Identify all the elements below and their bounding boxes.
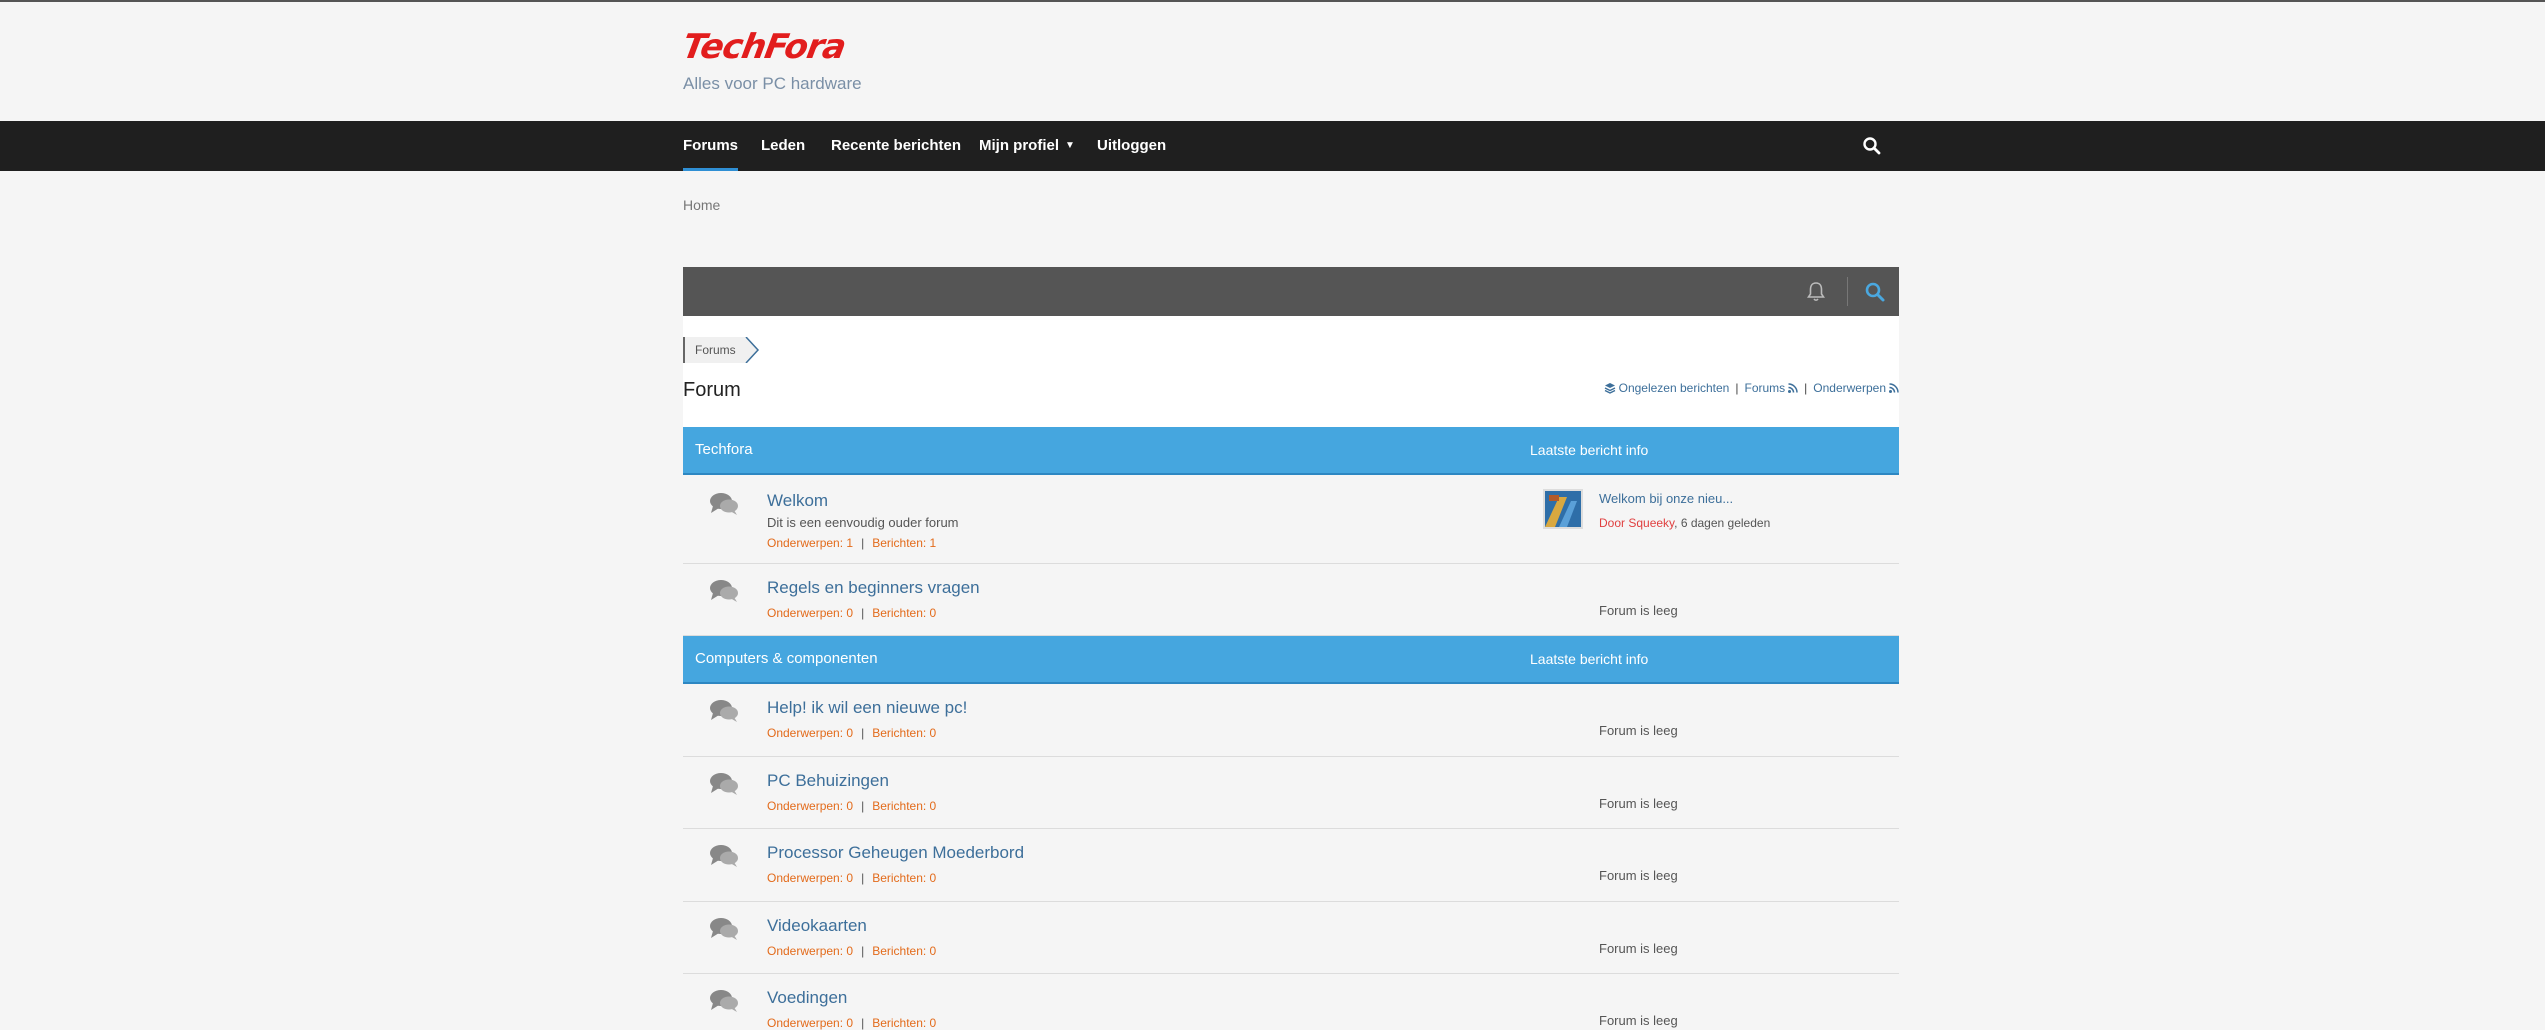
last-post-meta: Door Squeeky, 6 dagen geleden — [1599, 516, 1770, 530]
chat-bubbles-icon — [710, 845, 738, 867]
forum-title-link[interactable]: PC Behuizingen — [767, 771, 889, 791]
forums-rss-link[interactable]: Forums — [1744, 381, 1798, 395]
topics-rss-link[interactable]: Onderwerpen — [1813, 381, 1899, 395]
toolbar-divider — [1847, 277, 1848, 306]
forum-title-link[interactable]: Regels en beginners vragen — [767, 578, 980, 598]
forum-posts-count[interactable]: Berichten: 0 — [872, 606, 936, 620]
category-lastpost-header: Laatste bericht info — [1530, 651, 1649, 667]
site-logo[interactable]: TechFora — [679, 27, 848, 67]
forum-posts-count[interactable]: Berichten: 1 — [872, 536, 936, 550]
unread-posts-link[interactable]: Ongelezen berichten — [1604, 381, 1730, 395]
forum-row: Regels en beginners vragen Onderwerpen: … — [683, 564, 1899, 636]
forum-description: Dit is een eenvoudig ouder forum — [767, 515, 959, 530]
rss-icon — [1788, 383, 1798, 393]
forum-topics-count[interactable]: Onderwerpen: 0 — [767, 799, 853, 813]
forum-row: PC Behuizingen Onderwerpen: 0 | Berichten:… — [683, 757, 1899, 829]
forum-stats: Onderwerpen: 0 | Berichten: 0 — [767, 1016, 937, 1030]
last-post-title[interactable]: Welkom bij onze nieu... — [1599, 491, 1733, 506]
forum-posts-count[interactable]: Berichten: 0 — [872, 726, 936, 740]
forum-title-link[interactable]: Videokaarten — [767, 916, 867, 936]
forum-stats: Onderwerpen: 0 | Berichten: 0 — [767, 871, 937, 885]
breadcrumb-forums-label: Forums — [685, 337, 744, 363]
breadcrumb-home[interactable]: Home — [683, 197, 720, 213]
forum-title-link[interactable]: Help! ik wil een nieuwe pc! — [767, 698, 967, 718]
chat-bubbles-icon — [710, 580, 738, 602]
forum-row: Welkom Dit is een eenvoudig ouder forum … — [683, 475, 1899, 564]
forum-topics-count[interactable]: Onderwerpen: 0 — [767, 871, 853, 885]
category-lastpost-header: Laatste bericht info — [1530, 442, 1649, 458]
forum-posts-count[interactable]: Berichten: 0 — [872, 871, 936, 885]
forum-empty-status: Forum is leeg — [1599, 941, 1678, 956]
forum-empty-status: Forum is leeg — [1599, 723, 1678, 738]
nav-item-mijn-profiel[interactable]: Mijn profiel ▼ — [979, 121, 1075, 171]
nav-item-recente-berichten[interactable]: Recente berichten — [831, 121, 961, 171]
forum-empty-status: Forum is leeg — [1599, 796, 1678, 811]
site-header: TechFora Alles voor PC hardware — [0, 0, 2545, 121]
forums-rss-label: Forums — [1744, 381, 1786, 395]
last-post-author[interactable]: Door Squeeky — [1599, 516, 1674, 530]
search-icon[interactable] — [1864, 281, 1886, 303]
category-bar-computers: Computers & componenten Laatste bericht … — [683, 636, 1899, 684]
page-title: Forum — [683, 379, 741, 401]
forum-title-link[interactable]: Welkom — [767, 491, 828, 511]
nav-item-leden[interactable]: Leden — [761, 121, 805, 171]
rss-icon — [1889, 383, 1899, 393]
forum-row: Voedingen Onderwerpen: 0 | Berichten: 0 Fo… — [683, 974, 1899, 1030]
chat-bubbles-icon — [710, 493, 738, 515]
forum-empty-status: Forum is leeg — [1599, 868, 1678, 883]
nav-item-mijn-profiel-label: Mijn profiel — [979, 137, 1059, 154]
forum-topics-count[interactable]: Onderwerpen: 1 — [767, 536, 853, 550]
topics-rss-label: Onderwerpen — [1813, 381, 1886, 395]
forum-empty-status: Forum is leeg — [1599, 1013, 1678, 1028]
header-links: Ongelezen berichten | Forums | Onderwerp… — [1604, 381, 1899, 395]
forum-title-link[interactable]: Voedingen — [767, 988, 847, 1008]
nav-item-forums[interactable]: Forums — [683, 121, 739, 171]
category-name[interactable]: Techfora — [695, 427, 753, 473]
chat-bubbles-icon — [710, 990, 738, 1012]
forum-stats: Onderwerpen: 0 | Berichten: 0 — [767, 606, 937, 620]
nav-item-uitloggen[interactable]: Uitloggen — [1097, 121, 1166, 171]
link-separator: | — [1735, 381, 1739, 395]
forum-title-link[interactable]: Processor Geheugen Moederbord — [767, 843, 1024, 863]
forum-stats: Onderwerpen: 0 | Berichten: 0 — [767, 944, 937, 958]
link-separator: | — [1804, 381, 1808, 395]
breadcrumb-arrow-icon — [743, 337, 759, 363]
search-icon[interactable] — [1862, 136, 1882, 156]
chat-bubbles-icon — [710, 773, 738, 795]
forum-posts-count[interactable]: Berichten: 0 — [872, 944, 936, 958]
chevron-down-icon: ▼ — [1065, 140, 1075, 152]
unread-posts-label: Ongelezen berichten — [1618, 381, 1730, 395]
forum-stats: Onderwerpen: 1 | Berichten: 1 — [767, 536, 937, 550]
forum-panel: Forums Forum Ongelezen berichten | Forum… — [683, 267, 1899, 1030]
bell-icon[interactable] — [1804, 280, 1828, 304]
panel-toolbar — [683, 267, 1899, 316]
forum-topics-count[interactable]: Onderwerpen: 0 — [767, 1016, 853, 1030]
forum-row: Processor Geheugen Moederbord Onderwerpe… — [683, 829, 1899, 902]
forum-posts-count[interactable]: Berichten: 0 — [872, 799, 936, 813]
forum-stats: Onderwerpen: 0 | Berichten: 0 — [767, 726, 937, 740]
avatar-image — [1545, 491, 1581, 527]
site-tagline: Alles voor PC hardware — [683, 74, 862, 93]
chat-bubbles-icon — [710, 918, 738, 940]
forum-topics-count[interactable]: Onderwerpen: 0 — [767, 606, 853, 620]
avatar[interactable] — [1543, 489, 1583, 529]
forum-empty-status: Forum is leeg — [1599, 603, 1678, 618]
forum-row: Help! ik wil een nieuwe pc! Onderwerpen:… — [683, 684, 1899, 757]
forum-stats: Onderwerpen: 0 | Berichten: 0 — [767, 799, 937, 813]
layers-icon — [1604, 383, 1615, 394]
category-bar-techfora: Techfora Laatste bericht info — [683, 427, 1899, 475]
breadcrumb-forums[interactable]: Forums — [683, 337, 760, 363]
forum-topics-count[interactable]: Onderwerpen: 0 — [767, 726, 853, 740]
category-name[interactable]: Computers & componenten — [695, 636, 878, 682]
forum-row: Videokaarten Onderwerpen: 0 | Berichten: 0… — [683, 902, 1899, 974]
forum-posts-count[interactable]: Berichten: 0 — [872, 1016, 936, 1030]
last-post-time: , 6 dagen geleden — [1674, 516, 1771, 530]
chat-bubbles-icon — [710, 700, 738, 722]
main-navbar: Forums Leden Recente berichten Mijn prof… — [0, 121, 2545, 171]
forum-topics-count[interactable]: Onderwerpen: 0 — [767, 944, 853, 958]
